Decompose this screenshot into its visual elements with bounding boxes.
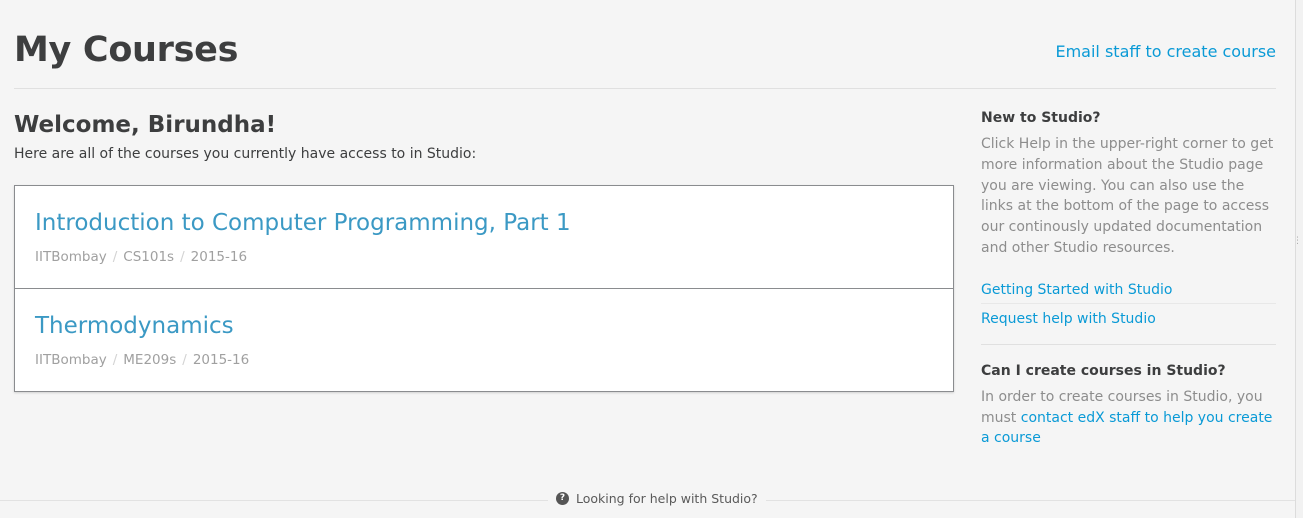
course-number: CS101s — [123, 249, 175, 265]
course-item[interactable]: Thermodynamics IITBombay / ME209s / 2015-16 — [15, 288, 953, 391]
meta-separator: / — [112, 352, 118, 368]
course-meta: IITBombay / CS101s / 2015-16 — [35, 249, 247, 265]
welcome-subtitle: Here are all of the courses you currentl… — [14, 146, 477, 162]
meta-separator: / — [182, 352, 187, 368]
course-item[interactable]: Introduction to Computer Programming, Pa… — [15, 186, 953, 288]
course-run: 2015-16 — [190, 249, 248, 265]
welcome-section: Welcome, Birundha! Here are all of the c… — [14, 112, 954, 162]
sidebar: New to Studio? Click Help in the upper-r… — [981, 110, 1276, 449]
new-to-studio-text: Click Help in the upper-right corner to … — [981, 136, 1274, 256]
contact-edx-staff-link[interactable]: contact edX staff to help you create a c… — [981, 410, 1272, 447]
course-list: Introduction to Computer Programming, Pa… — [14, 185, 954, 392]
help-links: Getting Started with Studio Request help… — [981, 277, 1276, 345]
create-courses-heading: Can I create courses in Studio? — [981, 362, 1226, 379]
course-title-link[interactable]: Introduction to Computer Programming, Pa… — [35, 210, 571, 236]
getting-started-link[interactable]: Getting Started with Studio — [981, 282, 1172, 298]
course-meta: IITBombay / ME209s / 2015-16 — [35, 352, 249, 368]
window-edge: ⋮ — [1293, 0, 1303, 518]
page-header: My Courses Email staff to create course — [14, 22, 1276, 89]
email-staff-link[interactable]: Email staff to create course — [1055, 42, 1276, 61]
footer-help-text: Looking for help with Studio? — [576, 491, 758, 506]
resize-grip-icon[interactable]: ⋮ — [1293, 236, 1302, 246]
footer-help-link[interactable]: ? Looking for help with Studio? — [548, 491, 766, 506]
page-title: My Courses — [14, 30, 239, 70]
course-org: IITBombay — [35, 352, 107, 368]
create-courses-text: In order to create courses in Studio, yo… — [981, 387, 1276, 449]
question-circle-icon: ? — [556, 492, 569, 505]
meta-separator: / — [112, 249, 118, 265]
request-help-link[interactable]: Request help with Studio — [981, 311, 1156, 327]
course-org: IITBombay — [35, 249, 107, 265]
course-run: 2015-16 — [192, 352, 250, 368]
welcome-heading: Welcome, Birundha! — [14, 112, 277, 138]
course-number: ME209s — [123, 352, 177, 368]
meta-separator: / — [180, 249, 185, 265]
new-to-studio-heading: New to Studio? — [981, 110, 1101, 126]
create-courses-block: Can I create courses in Studio? In order… — [981, 363, 1276, 449]
course-title-link[interactable]: Thermodynamics — [35, 313, 234, 339]
